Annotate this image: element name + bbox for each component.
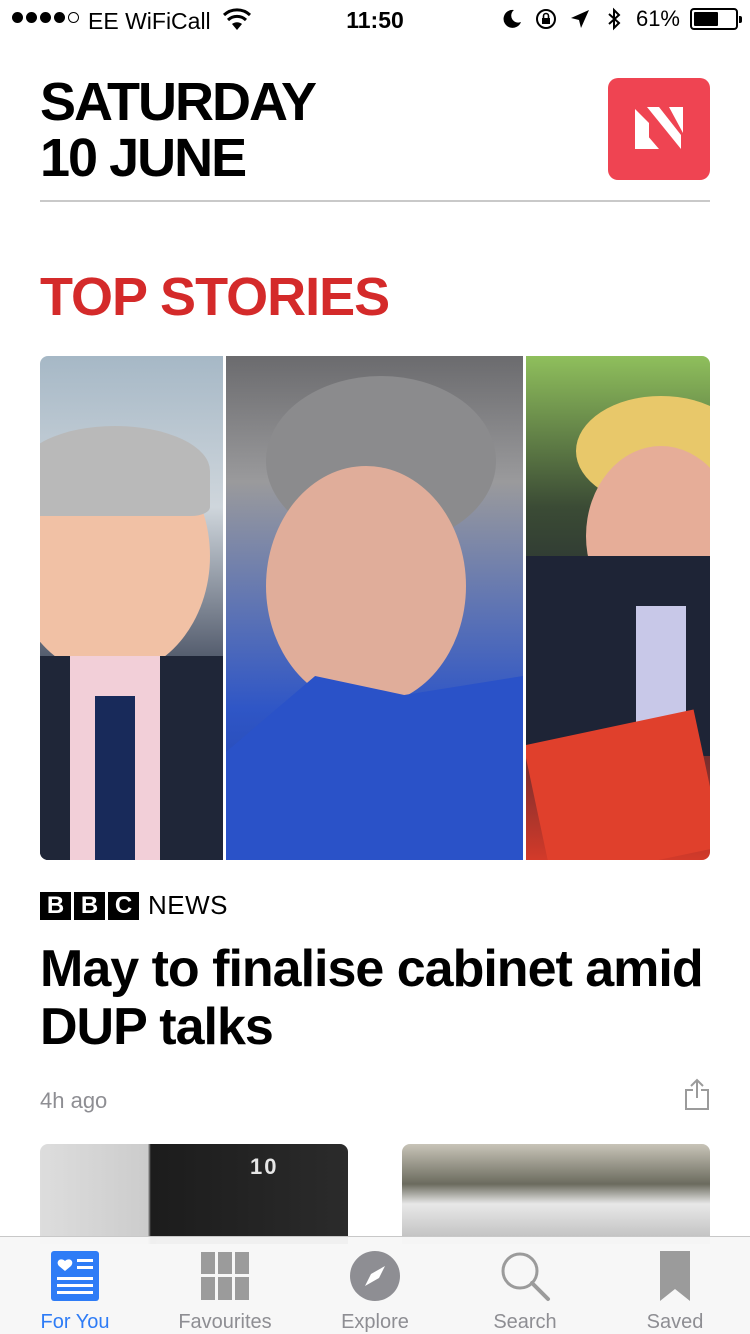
- share-icon[interactable]: [684, 1078, 710, 1110]
- hero-panel-right: [526, 356, 710, 860]
- tab-label: Saved: [646, 1311, 704, 1333]
- source-logo-suffix: NEWS: [148, 890, 228, 920]
- hero-panel-center: [226, 356, 523, 860]
- battery-percent: 61%: [635, 6, 680, 31]
- door-number: 10: [250, 1154, 279, 1179]
- bluetooth-icon: [608, 7, 621, 31]
- top-story-image[interactable]: [40, 356, 710, 860]
- story-timestamp: 4h ago: [40, 1088, 108, 1113]
- tab-for-you[interactable]: For You: [0, 1237, 150, 1334]
- tab-explore[interactable]: Explore: [300, 1237, 450, 1334]
- story-headline[interactable]: May to finalise cabinet amid DUP talks: [40, 940, 710, 1056]
- tab-bar: For You Favourites Explore Search Saved: [0, 1236, 750, 1334]
- compass-icon: [348, 1249, 402, 1303]
- source-logo-letter: C: [108, 891, 139, 920]
- location-arrow-icon: [570, 10, 589, 28]
- tab-label: For You: [40, 1311, 110, 1333]
- story-source[interactable]: B B C NEWS: [40, 890, 228, 921]
- rotation-lock-icon: [535, 9, 556, 29]
- battery-icon: [690, 8, 742, 30]
- tab-search[interactable]: Search: [450, 1237, 600, 1334]
- tab-label: Search: [493, 1311, 557, 1333]
- moon-icon: [503, 9, 521, 28]
- source-logo-letter: B: [74, 891, 105, 920]
- hero-panel-left: [40, 356, 223, 860]
- tab-saved[interactable]: Saved: [600, 1237, 750, 1334]
- story-thumbnail[interactable]: 10: [40, 1144, 348, 1244]
- search-icon: [498, 1249, 552, 1303]
- for-you-icon: [48, 1249, 102, 1303]
- tab-favourites[interactable]: Favourites: [150, 1237, 300, 1334]
- date-header: SATURDAY 10 JUNE: [40, 74, 710, 202]
- apple-news-icon[interactable]: [608, 78, 710, 180]
- story-thumbnail[interactable]: [402, 1144, 710, 1244]
- favourites-grid-icon: [198, 1249, 252, 1303]
- bookmark-icon: [648, 1249, 702, 1303]
- tab-label: Favourites: [178, 1311, 272, 1333]
- tab-label: Explore: [341, 1311, 409, 1333]
- status-bar: EE WiFiCall 11:50 61%: [0, 0, 750, 40]
- source-logo-letter: B: [40, 891, 71, 920]
- section-title: TOP STORIES: [40, 267, 390, 327]
